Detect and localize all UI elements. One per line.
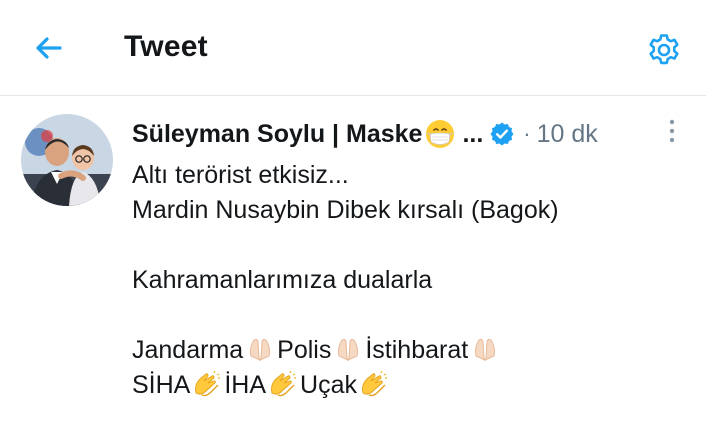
tweet-author-row: Süleyman Soylu | Maske ... · 10 dk — [132, 116, 692, 152]
author-display-name[interactable]: Süleyman Soylu | Maske — [132, 120, 422, 149]
gear-icon — [649, 34, 679, 65]
folded-hands-emoji — [475, 338, 496, 362]
more-options-button[interactable] — [660, 116, 684, 146]
verified-badge-icon — [490, 122, 514, 146]
tweet-timestamp[interactable]: 10 dk — [537, 120, 598, 149]
settings-button[interactable] — [640, 26, 688, 74]
back-button[interactable] — [26, 26, 70, 70]
arrow-left-icon — [36, 37, 62, 59]
clapping-hands-emoji — [362, 371, 388, 397]
profile-photo — [21, 114, 113, 206]
face-with-medical-mask-emoji — [426, 120, 455, 148]
word-siha: SİHA — [132, 371, 191, 399]
tweet-detail-screen: Tweet Süleyman Soylu | Maske ... · 10 dk… — [0, 0, 706, 431]
word-polis: Polis — [277, 336, 332, 364]
word-istihbarat: İstihbarat — [365, 336, 469, 364]
clapping-hands-emoji — [271, 371, 297, 397]
tweet-text: Altı terörist etkisiz... Mardin Nusaybin… — [132, 158, 692, 403]
name-truncation: ... — [462, 119, 484, 148]
tweet-text-line: Mardin Nusaybin Dibek kırsalı (Bagok) — [132, 196, 559, 224]
folded-hands-emoji — [338, 338, 359, 362]
tweet: Süleyman Soylu | Maske ... · 10 dk Altı … — [0, 96, 706, 431]
top-bar: Tweet — [0, 0, 706, 96]
tweet-text-line: Kahramanlarımıza dualarla — [132, 266, 433, 294]
tweet-text-line: Jandarma Polis İstihbarat — [132, 333, 692, 368]
separator-dot: · — [523, 121, 531, 146]
clapping-hands-emoji — [195, 371, 221, 397]
word-ucak: Uçak — [300, 371, 358, 399]
word-jandarma: Jandarma — [132, 336, 244, 364]
tweet-text-line: SİHA İHA Uçak — [132, 368, 692, 403]
avatar[interactable] — [21, 114, 113, 206]
word-iha: İHA — [224, 371, 267, 399]
folded-hands-emoji — [250, 338, 271, 362]
page-title: Tweet — [124, 30, 208, 63]
vertical-ellipsis-icon — [669, 119, 675, 143]
tweet-text-line: Altı terörist etkisiz... — [132, 161, 349, 189]
